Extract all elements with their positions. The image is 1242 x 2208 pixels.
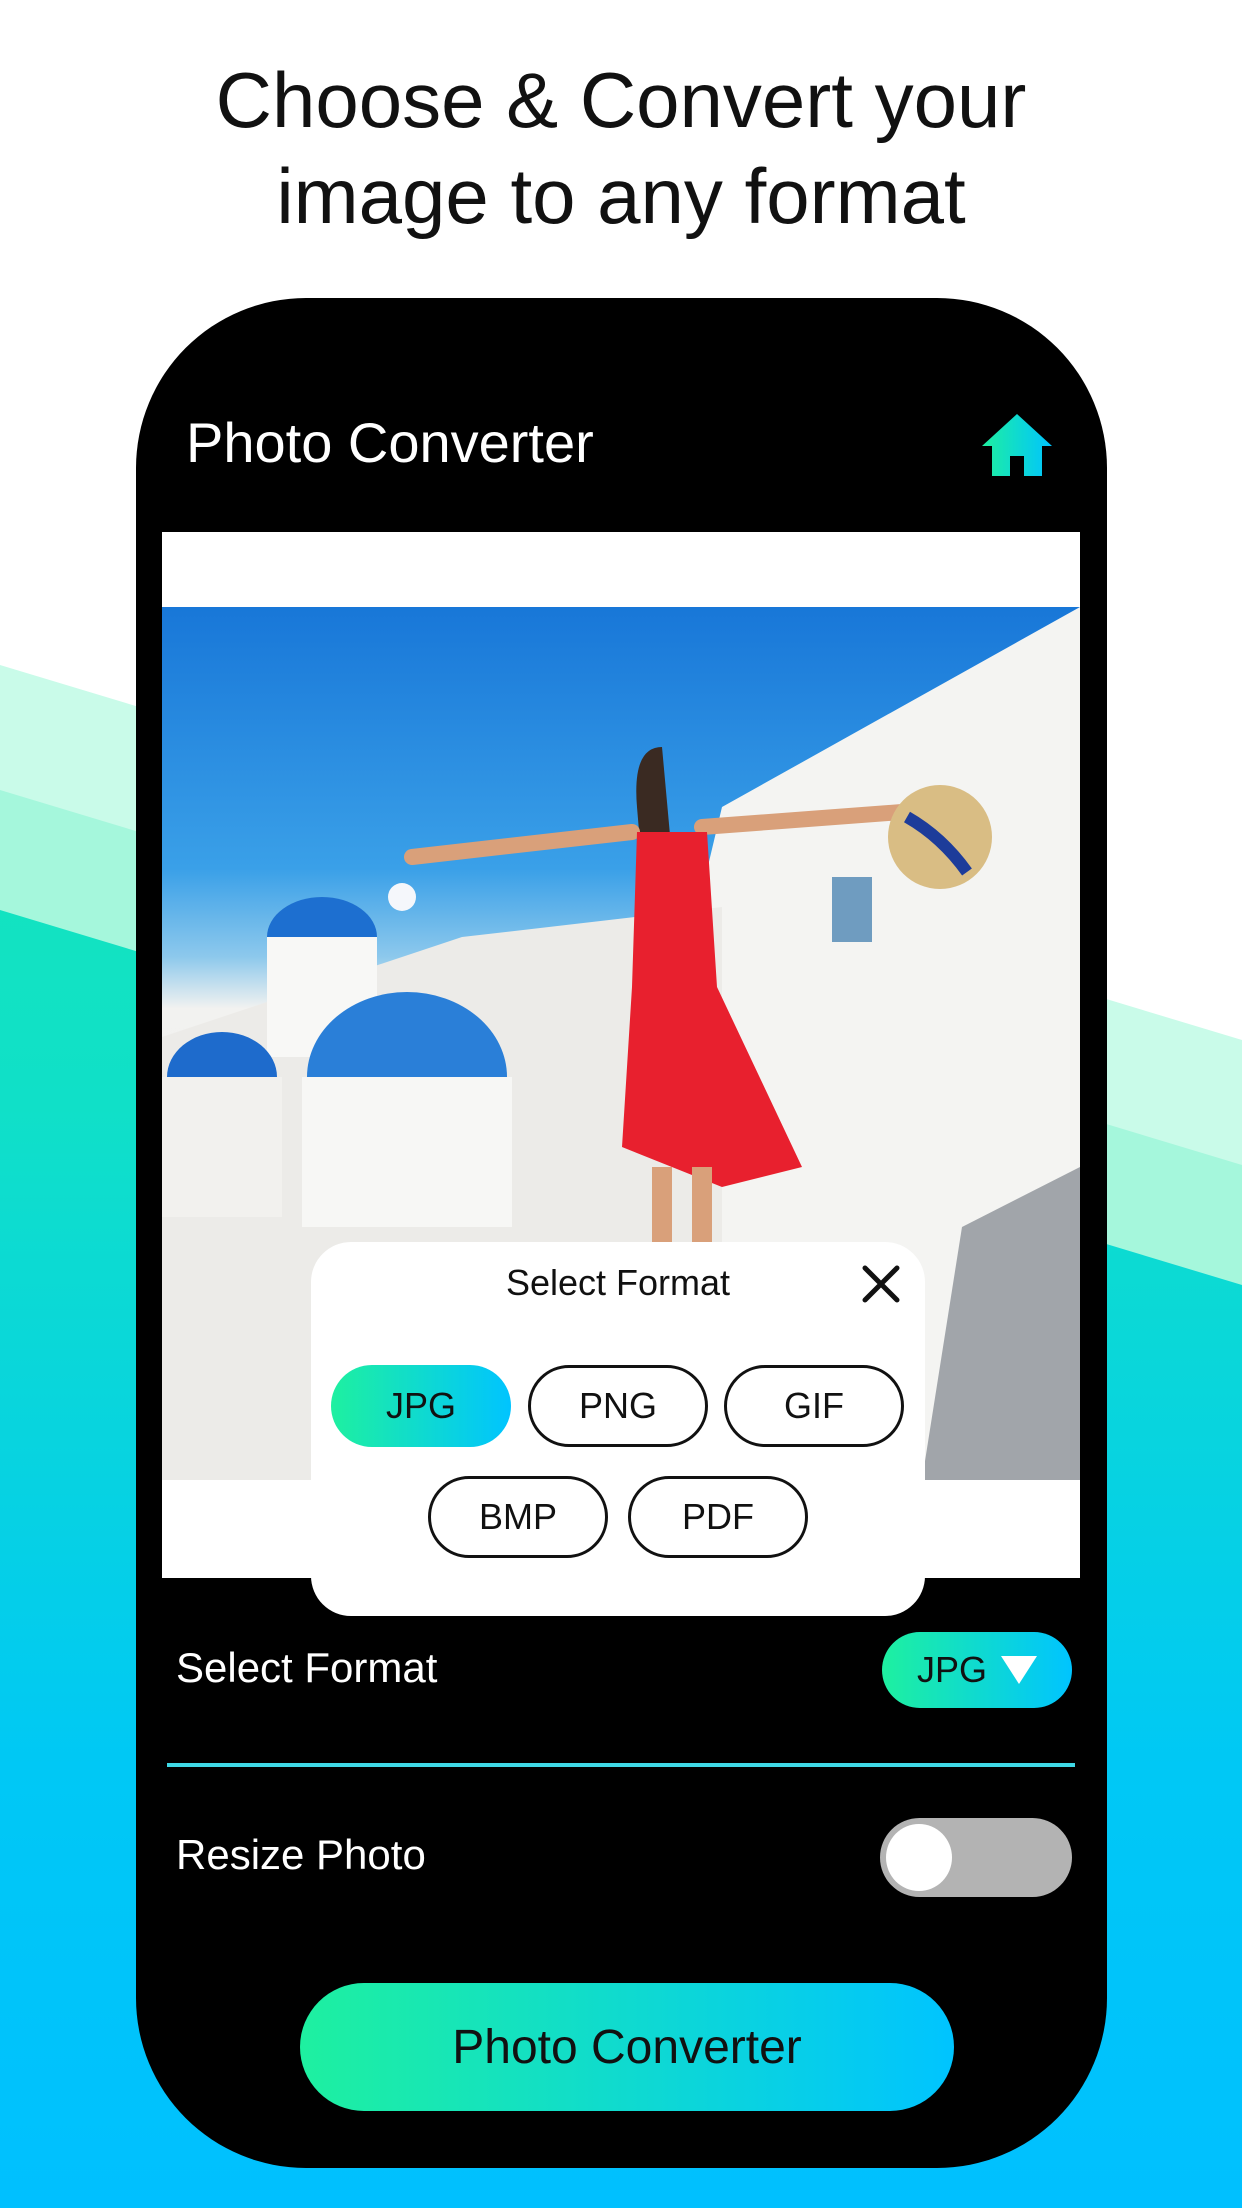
- format-option-jpg[interactable]: JPG: [331, 1365, 511, 1447]
- resize-photo-toggle[interactable]: [880, 1818, 1072, 1897]
- dialog-title: Select Format: [505, 1262, 731, 1303]
- headline: Choose & Convert your image to any forma…: [0, 52, 1242, 244]
- divider: [167, 1763, 1075, 1767]
- select-format-label: Select Format: [176, 1644, 438, 1691]
- home-icon[interactable]: [982, 414, 1052, 476]
- selected-format-value: JPG: [916, 1649, 987, 1690]
- toggle-knob: [886, 1824, 952, 1891]
- format-option-png[interactable]: PNG: [528, 1365, 708, 1447]
- format-option-bmp[interactable]: BMP: [428, 1476, 608, 1558]
- resize-photo-label: Resize Photo: [176, 1831, 426, 1878]
- headline-line-1: Choose & Convert your: [215, 56, 1027, 144]
- phone-frame: Photo Converter Select Format JPG PNG GI…: [136, 298, 1107, 2168]
- select-format-dialog: Select Format JPG PNG GIF BMP PDF: [311, 1242, 925, 1616]
- photo-converter-button[interactable]: Photo Converter: [300, 1983, 954, 2111]
- format-option-gif[interactable]: GIF: [724, 1365, 904, 1447]
- chevron-down-icon: [1001, 1656, 1037, 1684]
- format-dropdown[interactable]: JPG: [882, 1632, 1072, 1708]
- close-icon[interactable]: [859, 1262, 903, 1306]
- app-title: Photo Converter: [186, 411, 594, 474]
- format-option-pdf[interactable]: PDF: [628, 1476, 808, 1558]
- headline-line-2: image to any format: [276, 152, 966, 240]
